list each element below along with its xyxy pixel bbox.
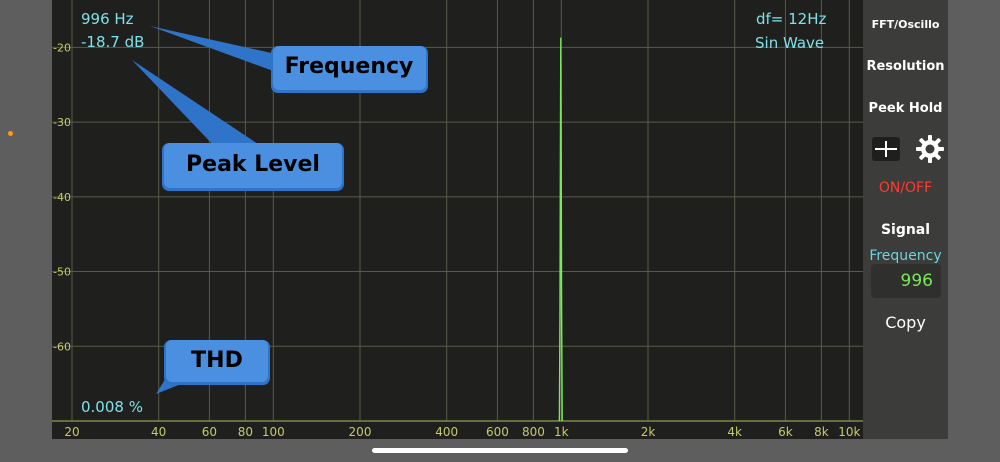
x-tick-label: 6k: [778, 425, 793, 439]
thd-readout: 0.008 %: [81, 398, 143, 416]
y-tick-label: -60: [53, 340, 71, 353]
thd-callout: THD: [156, 340, 270, 394]
y-tick-label: -40: [53, 191, 71, 204]
waveform-readout: Sin Wave: [755, 34, 825, 52]
resolution-button[interactable]: Resolution: [863, 59, 948, 74]
x-tick-label: 4k: [727, 425, 742, 439]
camera-indicator-dot: [8, 131, 13, 136]
x-tick-label: 40: [151, 425, 166, 439]
y-tick-label: -50: [53, 266, 71, 279]
thd-callout-label: THD: [191, 348, 243, 373]
x-tick-label: 80: [238, 425, 253, 439]
x-tick-label: 1k: [554, 425, 569, 439]
peak-level-readout: -18.7 dB: [81, 33, 145, 51]
x-tick-label: 2k: [641, 425, 656, 439]
signal-section-title: Signal: [880, 222, 931, 238]
signal-frequency-value: 996: [900, 271, 933, 291]
peak-level-callout: Peak Level: [132, 60, 344, 191]
x-tick-label: 100: [262, 425, 285, 439]
y-tick-label: -30: [53, 116, 71, 129]
home-indicator[interactable]: [372, 448, 628, 453]
x-tick-label: 200: [349, 425, 372, 439]
x-tick-label: 800: [522, 425, 545, 439]
control-panel: FFT/Oscillo Resolution Peek Hold ON/OFF …: [863, 0, 948, 439]
signal-frequency-field[interactable]: 996: [871, 264, 941, 298]
y-tick-label: -20: [53, 41, 71, 54]
x-tick-label: 60: [202, 425, 217, 439]
x-tick-label: 20: [64, 425, 79, 439]
copy-button[interactable]: Copy: [863, 313, 948, 332]
fft-oscillo-button[interactable]: FFT/Oscillo: [863, 18, 948, 31]
signal-frequency-label: Frequency: [869, 248, 942, 264]
peak-hold-button[interactable]: Peek Hold: [863, 101, 948, 116]
resolution-readout: df= 12Hz: [756, 10, 827, 28]
x-tick-label: 600: [486, 425, 509, 439]
peak-level-callout-label: Peak Level: [186, 152, 320, 177]
cursor-crosshair-icon[interactable]: [871, 136, 901, 162]
x-tick-label: 400: [435, 425, 458, 439]
x-tick-label: 10k: [838, 425, 860, 439]
gear-icon[interactable]: [915, 134, 945, 164]
peak-hold-toggle[interactable]: ON/OFF: [863, 180, 948, 196]
x-tick-label: 8k: [814, 425, 829, 439]
peak-frequency-readout: 996 Hz: [81, 10, 134, 28]
